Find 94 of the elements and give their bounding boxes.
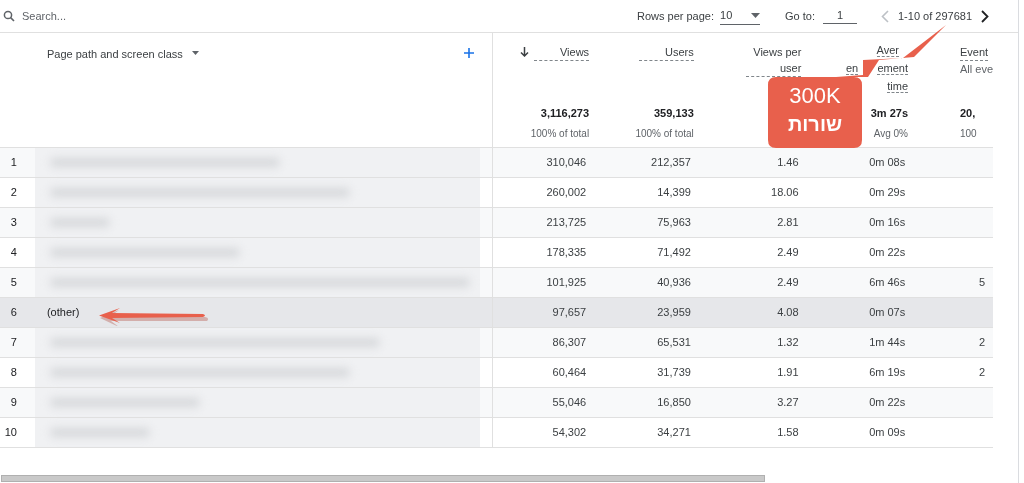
column-total: 3m 27s	[870, 105, 908, 121]
column-total: 359,133	[654, 105, 694, 121]
row-number: 8	[10, 366, 17, 379]
table-cell: 31,739	[657, 366, 691, 379]
table-cell: 0m 22s	[869, 246, 906, 259]
callout-text: שורות	[787, 112, 843, 137]
row-number: 9	[10, 396, 17, 409]
table-cell: 34,271	[657, 426, 691, 439]
table-cell: 1.32	[777, 336, 799, 349]
column-total: 20,	[960, 105, 976, 121]
table-cell: 0m 29s	[869, 186, 906, 199]
table-row[interactable]: 1 310,046 212,357 1.46 0m 08s	[0, 148, 993, 178]
table-cell: 23,959	[657, 306, 691, 319]
total-note: 100% of total	[530, 127, 590, 141]
table-cell: 2.49	[777, 246, 799, 259]
table-cell: 2.49	[777, 276, 799, 289]
table-cell: 18.06	[771, 186, 799, 199]
table-cell: 40,936	[657, 276, 691, 289]
table-cell: 1.91	[777, 366, 799, 379]
caret-icon	[751, 13, 760, 18]
table-cell: 14,399	[657, 186, 691, 199]
add-icon[interactable]	[464, 48, 475, 58]
table-cell: 5	[978, 276, 985, 289]
row-number: 4	[10, 246, 17, 259]
page-range: 1-10 of 297681	[898, 8, 972, 24]
table-cell: 2.81	[777, 216, 799, 229]
row-number: 3	[10, 216, 17, 229]
table-row[interactable]: 6 (other) 97,657 23,959 4.08 0m 07s	[0, 298, 993, 328]
table-cell: 178,335	[546, 246, 587, 259]
table-cell: 1m 44s	[869, 336, 906, 349]
column-header[interactable]: Page path and screen class	[47, 46, 183, 63]
column-header[interactable]: Views	[534, 44, 590, 61]
table-cell: 97,657	[552, 306, 587, 319]
table-cell: 0m 09s	[869, 426, 906, 439]
total-note: 100% of total	[635, 127, 694, 141]
rows-per-page-select[interactable]: 10	[720, 7, 760, 25]
go-to-field[interactable]: 1	[823, 8, 857, 24]
table-cell: 2	[978, 336, 985, 349]
caret-icon[interactable]	[191, 51, 199, 55]
table-cell: 60,464	[552, 366, 587, 379]
table-cell: 65,531	[657, 336, 691, 349]
column-header[interactable]: Event	[960, 44, 989, 61]
row-number: 10	[4, 426, 17, 439]
table-cell: 1.46	[777, 156, 799, 169]
table-cell: 0m 22s	[869, 396, 906, 409]
table-cell: 212,357	[651, 156, 691, 169]
table-row[interactable]: 2 260,002 14,399 18.06 0m 29s	[0, 178, 993, 208]
column-header[interactable]: Aver	[876, 44, 899, 57]
table-cell: 3.27	[777, 396, 799, 409]
table-cell: 4.08	[777, 306, 799, 319]
table-cell: 6m 46s	[869, 276, 906, 289]
column-total: 3,116,273	[540, 105, 590, 121]
row-number: 5	[10, 276, 17, 289]
column-header[interactable]: Users	[638, 44, 694, 61]
table-row[interactable]: 3 213,725 75,963 2.81 0m 16s	[0, 208, 993, 238]
table-row[interactable]: 10 54,302 34,271 1.58 0m 09s	[0, 418, 993, 448]
table-cell: 55,046	[552, 396, 587, 409]
table-cell-text: (other)	[46, 305, 80, 321]
table-cell: 86,307	[552, 336, 587, 349]
table-cell: 0m 08s	[869, 156, 906, 169]
row-number: 2	[10, 186, 17, 199]
table-cell: 1.58	[777, 426, 799, 439]
total-note: 100	[960, 127, 977, 141]
row-number: 7	[10, 336, 17, 349]
table-cell: 2	[978, 366, 985, 379]
table-cell: 310,046	[546, 156, 587, 169]
table-cell: 75,963	[657, 216, 691, 229]
table-row[interactable]: 8 60,464 31,739 1.91 6m 19s 2	[0, 358, 993, 388]
table-cell: 260,002	[546, 186, 587, 199]
table-cell: 0m 07s	[869, 306, 906, 319]
search-icon	[3, 10, 15, 22]
horizontal-scrollbar[interactable]	[1, 475, 765, 482]
callout-text: 300K	[789, 82, 841, 110]
table-row[interactable]: 4 178,335 71,492 2.49 0m 22s	[0, 238, 993, 268]
row-number: 6	[10, 306, 17, 319]
table-cell: 213,725	[546, 216, 587, 229]
table-row[interactable]: 7 86,307 65,531 1.32 1m 44s 2	[0, 328, 993, 358]
table-cell: 101,925	[546, 276, 587, 289]
column-header[interactable]: time	[887, 80, 908, 93]
table-cell: 16,850	[657, 396, 691, 409]
total-note: Avg 0%	[873, 127, 908, 141]
column-subtitle: All eve	[960, 62, 994, 77]
rows-per-page-label: Rows per page:	[636, 8, 714, 24]
table-cell: 54,302	[552, 426, 587, 439]
table-cell: 6m 19s	[869, 366, 906, 379]
go-to-label: Go to:	[785, 8, 815, 24]
table-cell: 71,492	[657, 246, 691, 259]
search-field[interactable]: Search...	[22, 7, 222, 25]
sort-down-icon[interactable]	[520, 47, 530, 57]
row-number: 1	[10, 156, 17, 169]
next-page-icon[interactable]	[981, 9, 989, 23]
table-row[interactable]: 5 101,925 40,936 2.49 6m 46s 5	[0, 268, 993, 298]
table-row[interactable]: 9 55,046 16,850 3.27 0m 22s	[0, 388, 993, 418]
table-cell: 0m 16s	[869, 216, 906, 229]
